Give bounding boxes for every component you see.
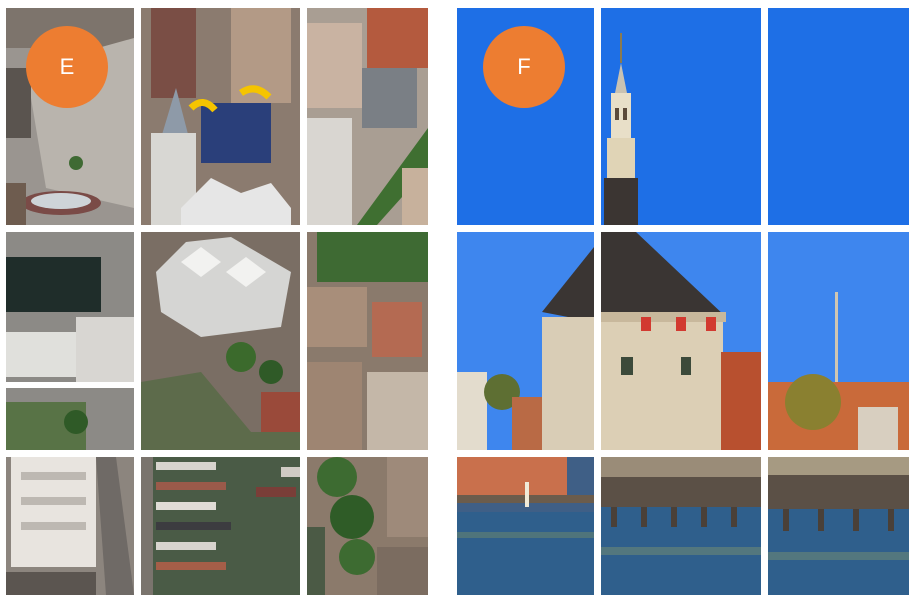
puzzle-e-tile-9[interactable] [307,457,428,595]
puzzle-e-tile-8[interactable] [141,457,300,595]
puzzle-e-tile-7[interactable] [6,457,134,595]
puzzle-e-label-badge: E [26,26,108,108]
puzzle-f-tile-7[interactable] [457,457,594,595]
puzzle-e-tile-4[interactable] [6,232,134,450]
puzzle-f-tile-5[interactable] [601,232,761,450]
puzzle-e-label: E [59,54,75,79]
puzzle-f-tile-8[interactable] [601,457,761,595]
puzzle-f-tile-4[interactable] [457,232,594,450]
puzzle-e-tile-6[interactable] [307,232,428,450]
puzzle-f-label-badge: F [483,26,565,108]
puzzle-f-tile-6[interactable] [768,232,909,450]
puzzle-e-tile-5[interactable] [141,232,300,450]
puzzle-f-tile-3[interactable] [768,8,909,225]
puzzle-f-label: F [517,54,531,79]
puzzle-f: F [457,8,909,595]
puzzle-e-tile-2[interactable] [141,8,300,225]
puzzle-e: E [6,8,428,595]
puzzle-f-tile-9[interactable] [768,457,909,595]
puzzle-f-tile-2[interactable] [601,8,761,225]
puzzle-e-tile-3[interactable] [307,8,428,225]
